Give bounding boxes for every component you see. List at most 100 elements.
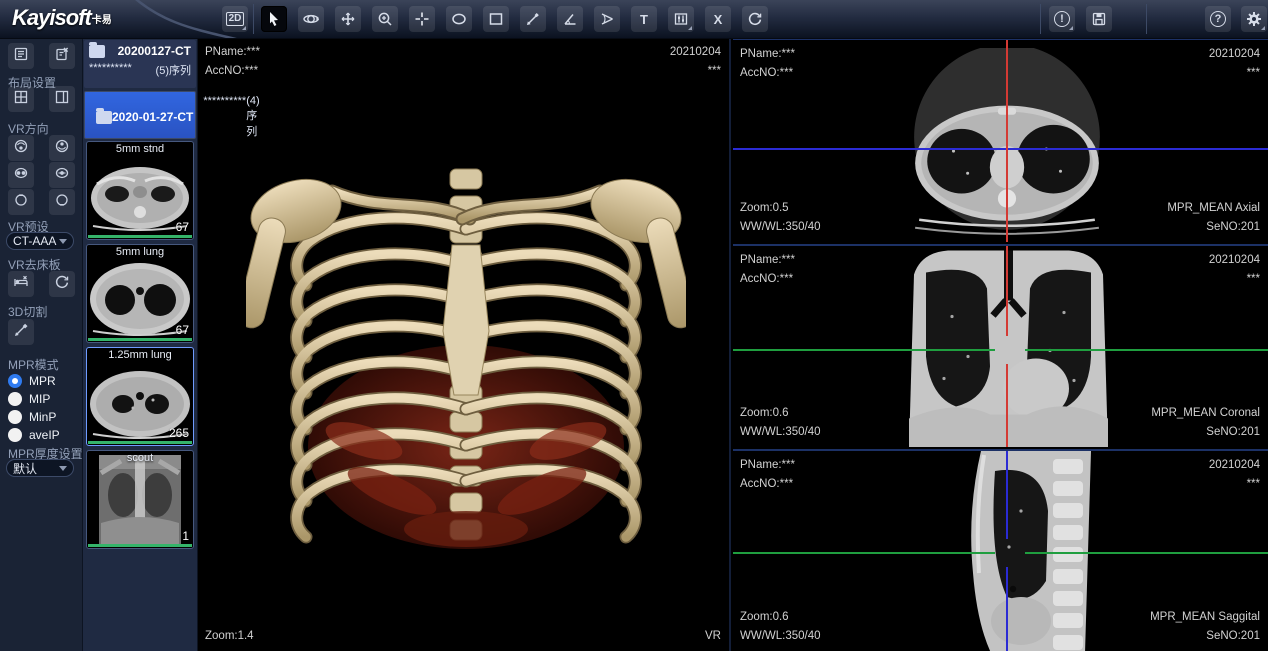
axial-crosshair-horizontal-blue[interactable] <box>733 148 1268 150</box>
radio-icon <box>8 410 22 424</box>
reset-view-tool-button[interactable] <box>742 6 768 32</box>
axial-study-overlay: 20210204*** <box>1209 45 1260 83</box>
coronal-crosshair-horizontal-green[interactable] <box>1025 349 1268 351</box>
coronal-crosshair-vertical-red[interactable] <box>1006 246 1008 336</box>
report-list-icon <box>13 46 29 67</box>
vr-dir-inferior-button[interactable] <box>49 189 75 215</box>
ct-sagittal-slice-image <box>951 451 1111 651</box>
length-measure-tool-button[interactable] <box>520 6 546 32</box>
vr-dir-anterior-button[interactable] <box>8 135 34 161</box>
coronal-series-overlay: MPR_MEAN CoronalSeNO:201 <box>1151 404 1260 442</box>
vr-viewport[interactable]: PName:***AccNO:*** 20210204*** Zoom:1.4 … <box>198 38 731 651</box>
vr-dir-superior-button[interactable] <box>8 189 34 215</box>
sagittal-viewport[interactable]: PName:***AccNO:*** 20210204*** Zoom:0.6W… <box>733 449 1268 651</box>
ellipse-roi-tool-button[interactable] <box>446 6 472 32</box>
load-progress-bar <box>88 338 192 341</box>
masked-patient-id: ********** <box>203 95 246 139</box>
folder-closed-icon <box>89 45 105 58</box>
head-posterior-icon <box>54 138 70 159</box>
pencil-measure-icon <box>525 11 541 27</box>
series-count: (4)序列 <box>246 95 259 139</box>
folder-open-icon <box>96 111 112 124</box>
vr-dir-posterior-button[interactable] <box>49 135 75 161</box>
toolbar-separator <box>1146 4 1147 34</box>
series-count: (5)序列 <box>156 62 191 78</box>
text-annotation-tool-button[interactable]: T <box>631 6 657 32</box>
layout-split-icon <box>54 89 70 110</box>
mpr-mode-option-minp[interactable]: MinP <box>8 409 56 425</box>
mode-2d-button[interactable]: 2D <box>222 6 248 32</box>
series-thumbnail-125mm-lung[interactable]: 1.25mm lung 265 <box>86 347 194 446</box>
vr-preset-select[interactable]: CT-AAA <box>6 232 74 250</box>
remove-bed-button[interactable] <box>8 271 34 297</box>
pan-tool-button[interactable] <box>335 6 361 32</box>
load-progress-bar <box>88 544 192 547</box>
pointer-tool-button[interactable] <box>261 6 287 32</box>
head-left-icon <box>13 165 29 186</box>
coronal-crosshair-horizontal-green[interactable] <box>733 349 995 351</box>
axial-viewport[interactable]: PName:***AccNO:*** 20210204*** Zoom:0.5W… <box>733 38 1268 242</box>
help-button[interactable]: ? <box>1205 6 1231 32</box>
mpr-mode-option-mip[interactable]: MIP <box>8 391 50 407</box>
rotate-3d-tool-button[interactable] <box>298 6 324 32</box>
bed-icon <box>13 274 29 295</box>
layout-report-button[interactable] <box>8 43 34 69</box>
axial-crosshair-vertical-red[interactable] <box>1006 40 1008 242</box>
study-item-20200127[interactable]: 20200127-CT **********(5)序列 <box>84 40 196 88</box>
sagittal-crosshair-vertical-blue[interactable] <box>1006 451 1008 539</box>
top-toolbar: Kayisoft卡易 2D T X ! ? <box>0 0 1268 39</box>
crosshair-tool-button[interactable] <box>409 6 435 32</box>
vr-dir-left-button[interactable] <box>8 162 34 188</box>
radio-icon <box>8 428 22 442</box>
sagittal-crosshair-vertical-blue[interactable] <box>1006 567 1008 651</box>
coronal-viewport[interactable]: PName:***AccNO:*** 20210204*** Zoom:0.6W… <box>733 244 1268 447</box>
layout-right-panel-button[interactable] <box>49 86 75 112</box>
save-image-button[interactable] <box>1086 6 1112 32</box>
mpr-mode-option-aveip[interactable]: aveIP <box>8 427 60 443</box>
info-circle-icon: ! <box>1054 11 1070 27</box>
settings-button[interactable] <box>1241 6 1267 32</box>
app-logo: Kayisoft卡易 <box>12 5 112 31</box>
coronal-crosshair-vertical-red[interactable] <box>1006 364 1008 447</box>
load-progress-bar <box>88 235 192 238</box>
series-thumbnail-5mm-stnd[interactable]: 5mm stnd 67 <box>86 141 194 240</box>
grid-layout-button[interactable] <box>8 86 34 112</box>
radio-selected-icon <box>8 374 22 388</box>
window-level-tool-button[interactable] <box>668 6 694 32</box>
2d-mode-icon: 2D <box>226 12 245 26</box>
vr-preset-value: CT-AAA <box>13 234 56 248</box>
vr-3d-ribcage-render <box>246 154 686 566</box>
series-info-button[interactable]: ! <box>1049 6 1075 32</box>
series-panel: 20200127-CT **********(5)序列 2020-01-27-C… <box>83 38 198 651</box>
rect-roi-tool-button[interactable] <box>483 6 509 32</box>
bed-reset-button[interactable] <box>49 271 75 297</box>
study-item-2020-01-27[interactable]: 2020-01-27-CT **********(4)序列 <box>84 91 196 139</box>
zoom-tool-button[interactable] <box>372 6 398 32</box>
head-superior-icon <box>13 192 29 213</box>
text-tool-icon: T <box>640 13 648 26</box>
grid-2x2-icon <box>13 89 29 110</box>
report-edit-button[interactable] <box>49 43 75 69</box>
delete-annotation-tool-button[interactable]: X <box>705 6 731 32</box>
delete-x-icon: X <box>714 13 723 26</box>
head-anterior-icon <box>13 138 29 159</box>
cobb-angle-icon <box>599 11 615 27</box>
cut-3d-button[interactable] <box>8 319 34 345</box>
series-thumbnail-scout[interactable]: scout 1 <box>86 450 194 549</box>
save-floppy-icon <box>1091 11 1107 27</box>
series-thumbnail-5mm-lung[interactable]: 5mm lung 67 <box>86 244 194 343</box>
sagittal-patient-overlay: PName:***AccNO:*** <box>740 456 795 494</box>
chevron-down-icon <box>59 239 67 244</box>
mpr-thickness-select[interactable]: 默认 <box>6 459 74 477</box>
ellipse-icon <box>451 11 467 27</box>
head-inferior-icon <box>54 192 70 213</box>
rectangle-icon <box>488 11 504 27</box>
axial-patient-overlay: PName:***AccNO:*** <box>740 45 795 83</box>
vr-dir-right-button[interactable] <box>49 162 75 188</box>
sagittal-crosshair-horizontal-green[interactable] <box>1025 552 1268 554</box>
sagittal-crosshair-horizontal-green[interactable] <box>733 552 995 554</box>
cobb-angle-tool-button[interactable] <box>594 6 620 32</box>
mpr-mode-option-mpr[interactable]: MPR <box>8 373 56 389</box>
angle-measure-tool-button[interactable] <box>557 6 583 32</box>
vr-type-overlay: VR <box>705 627 721 646</box>
